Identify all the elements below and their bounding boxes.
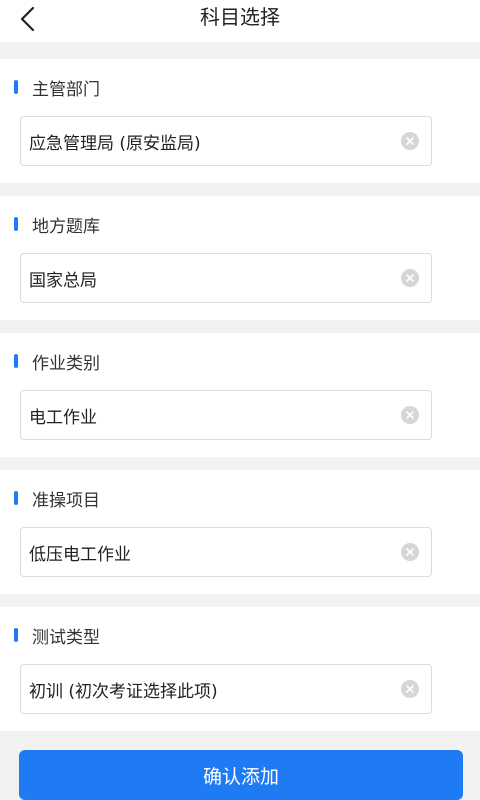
header: 科目选择	[0, 0, 480, 42]
section-department: 主管部门 应急管理局 (原安监局)	[0, 59, 480, 183]
confirm-add-button[interactable]: 确认添加	[19, 750, 463, 800]
section-label-text: 地方题库	[32, 216, 100, 237]
section-label-text: 作业类别	[32, 353, 100, 374]
section-label: 地方题库	[14, 213, 100, 237]
clear-icon[interactable]	[401, 269, 419, 287]
test-type-select[interactable]: 初训 (初次考证选择此项)	[20, 664, 432, 714]
department-select[interactable]: 应急管理局 (原安监局)	[20, 116, 432, 166]
section-label: 主管部门	[14, 76, 100, 100]
operation-item-select[interactable]: 低压电工作业	[20, 527, 432, 577]
field-value: 国家总局	[29, 270, 97, 291]
section-operation-item: 准操项目 低压电工作业	[0, 470, 480, 594]
section-label-text: 主管部门	[32, 79, 100, 100]
label-marker	[14, 354, 18, 368]
label-marker	[14, 628, 18, 642]
label-marker	[14, 491, 18, 505]
section-test-type: 测试类型 初训 (初次考证选择此项)	[0, 607, 480, 731]
section-question-bank: 地方题库 国家总局	[0, 196, 480, 320]
label-marker	[14, 80, 18, 94]
section-label: 测试类型	[14, 624, 100, 648]
field-value: 低压电工作业	[29, 544, 131, 565]
label-marker	[14, 217, 18, 231]
clear-icon[interactable]	[401, 543, 419, 561]
field-value: 应急管理局 (原安监局)	[29, 133, 201, 154]
work-category-select[interactable]: 电工作业	[20, 390, 432, 440]
section-label-text: 测试类型	[32, 627, 100, 648]
section-label-text: 准操项目	[32, 490, 100, 511]
clear-icon[interactable]	[401, 406, 419, 424]
subject-selection-screen: 科目选择 主管部门 应急管理局 (原安监局) 地方题库 国家总局 作业类别 电工…	[0, 0, 480, 800]
section-label: 准操项目	[14, 487, 100, 511]
field-value: 初训 (初次考证选择此项)	[29, 681, 218, 702]
section-work-category: 作业类别 电工作业	[0, 333, 480, 457]
field-value: 电工作业	[29, 407, 97, 428]
question-bank-select[interactable]: 国家总局	[20, 253, 432, 303]
clear-icon[interactable]	[401, 680, 419, 698]
section-label: 作业类别	[14, 350, 100, 374]
page-title: 科目选择	[200, 5, 280, 29]
clear-icon[interactable]	[401, 132, 419, 150]
